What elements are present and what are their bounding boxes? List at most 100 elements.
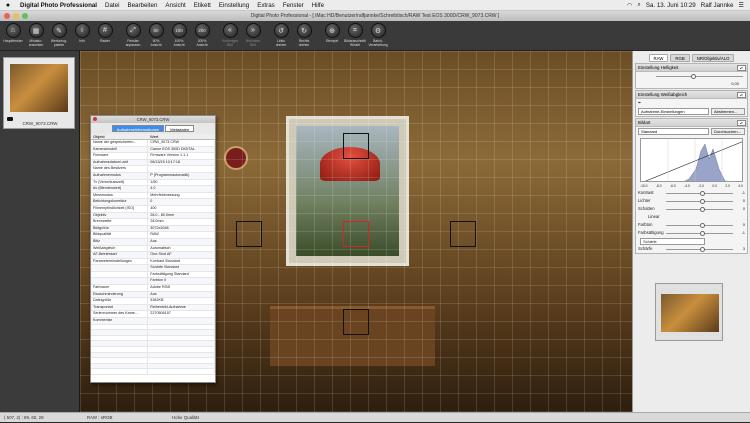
slider-knob[interactable] [699, 198, 705, 204]
info-window-titlebar: CRW_9073.CRW [91, 116, 215, 123]
tab-rgb[interactable]: RGB [670, 54, 690, 62]
table-row[interactable]: Aufnahmemodus P (Programmautomatik) [91, 172, 215, 180]
control-slider[interactable] [666, 190, 733, 196]
sharpness-select[interactable]: Schärfe [640, 238, 705, 245]
toolbar-button-fit-window[interactable]: ⤢ Fenster anpassen [122, 21, 144, 51]
brightness-knob[interactable] [690, 73, 696, 79]
table-row[interactable]: Firmware Firmware Version 1.1.1 [91, 152, 215, 160]
reset-style-button[interactable]: ↶ [737, 120, 746, 126]
table-row[interactable]: Rauschminderung Aus [91, 291, 215, 299]
slider-knob[interactable] [699, 190, 705, 196]
table-row[interactable]: Kameramodell Canon EOS 300D DIGITAL [91, 146, 215, 154]
apple-menu-icon[interactable]: ● [0, 2, 16, 9]
control-slider[interactable] [666, 246, 733, 252]
menu-einstellung[interactable]: Einstellung [215, 2, 253, 9]
table-row[interactable]: Dateigröße 5382KB [91, 297, 215, 305]
toolbar-button-zoom-50[interactable]: 50 50% Ansicht [145, 21, 167, 51]
toolbar-button-crop[interactable]: ⌗ Bildausschnitt/ Winkel [344, 21, 366, 51]
wb-preset-select[interactable]: Aufnahme-Einstellungen [638, 108, 709, 115]
table-row[interactable]: Filmempfindlichkeit (ISO) 400 [91, 205, 215, 213]
search-icon[interactable]: ⌕ [637, 1, 640, 9]
menu-hilfe[interactable]: Hilfe [308, 2, 328, 9]
brightness-value[interactable]: 0,00 [731, 80, 739, 88]
table-row[interactable]: Farbsättigung Standard [91, 271, 215, 279]
menu-clock[interactable]: Sa. 13. Juni 10:29 [646, 2, 696, 9]
table-row[interactable]: Av (Blendenwert) 4.0 [91, 185, 215, 193]
thumbnail-card[interactable]: CRW_9073.CRW [3, 57, 75, 129]
menu-datei[interactable]: Datei [101, 2, 123, 9]
table-row[interactable]: Messmodus Mehrfeldmessung [91, 192, 215, 200]
toolbar-button-home[interactable]: ⌂ Hauptfenster [2, 21, 24, 51]
control-slider[interactable] [666, 206, 733, 212]
menu-extras[interactable]: Extras [253, 2, 279, 9]
table-row[interactable]: Brennweite 28.0mm [91, 218, 215, 226]
toolbar-button-next[interactable]: » Nächstes Bild [242, 21, 264, 51]
wb-adjust-button[interactable]: Abstimmen... [711, 108, 745, 115]
tab-metadaten[interactable]: Metadaten [165, 125, 195, 132]
table-row[interactable]: Objektiv 28.0 - 80.0mm [91, 212, 215, 220]
toolbar-button-rotate-left[interactable]: ↺ Links drehen [270, 21, 292, 51]
thumbnail-image[interactable] [10, 64, 68, 112]
menu-etikett[interactable]: Etikett [190, 2, 215, 9]
table-row[interactable]: Belichtungskorrektur 0 [91, 198, 215, 206]
control-slider[interactable] [666, 230, 733, 236]
menu-ansicht[interactable]: Ansicht [161, 2, 189, 9]
navigator-preview[interactable] [655, 283, 723, 341]
toolbar-button-info[interactable]: i Info [71, 21, 93, 51]
slider-knob[interactable] [699, 222, 705, 228]
toolbar-button-zoom-200[interactable]: 200 200% Ansicht [191, 21, 213, 51]
menu-bearbeiten[interactable]: Bearbeiten [123, 2, 161, 9]
toolbar-button-toolpalette[interactable]: ✎ Werkzeug- palette [48, 21, 70, 51]
toolbar-button-stamp[interactable]: ⊕ Stempel [321, 21, 343, 51]
table-row[interactable]: Farbraum Adobe RGB [91, 284, 215, 292]
tab-raw[interactable]: RAW [648, 54, 669, 62]
tab-aufnahmeinformationen[interactable]: Aufnahmeinformationen [111, 125, 165, 132]
reset-brightness-button[interactable]: ↶ [737, 65, 746, 71]
close-icon[interactable] [93, 117, 97, 121]
toolbar-button-batch[interactable]: ⚙ Batch- Verarbeitung [367, 21, 389, 51]
toolbar-button-grid[interactable]: # Raster [94, 21, 116, 51]
table-row[interactable]: Bildqualität RAW [91, 231, 215, 239]
table-row[interactable]: Seriennummer des Kame... 2270506157 [91, 310, 215, 319]
table-row[interactable]: Name des Besitzers [91, 165, 215, 173]
list-icon[interactable]: ☰ [738, 2, 744, 9]
browse-button[interactable]: Durchsuchen... [711, 128, 745, 135]
picture-style-select[interactable]: Standard [638, 128, 709, 135]
table-row[interactable]: Parametereinstellungen Kontrast Standard [91, 258, 215, 266]
table-row[interactable]: Kommentar [91, 317, 215, 325]
minimize-window-button[interactable] [13, 13, 19, 19]
menu-fenster[interactable]: Fenster [279, 2, 308, 9]
control-slider[interactable] [666, 198, 733, 204]
slider-knob[interactable] [699, 230, 705, 236]
slider-knob[interactable] [699, 206, 705, 212]
menu-app[interactable]: Digital Photo Professional [16, 2, 101, 9]
brightness-slider[interactable] [656, 73, 743, 79]
tab-nr-objektiv-alo[interactable]: NR/Objektiv/ALO [691, 54, 735, 62]
reset-wb-button[interactable]: ↶ [737, 92, 746, 98]
table-row[interactable]: Tv (Verschlusszeit) 1/50 [91, 179, 215, 187]
control-slider[interactable] [666, 222, 733, 228]
toolbar-button-previous[interactable]: «Vorheriges Bild [219, 21, 241, 51]
toolbar-button-thumbnails[interactable]: ▦ Miniatur- ansichten [25, 21, 47, 51]
table-row[interactable]: Blitz Aus [91, 238, 215, 246]
toolbar-button-zoom-100[interactable]: 100 100% Ansicht [168, 21, 190, 51]
slider-knob[interactable] [699, 246, 705, 252]
table-row[interactable]: Transportart Reihenbild-Aufnahme [91, 304, 215, 312]
info-table: Name der gespeicherten... CRW_9073.CRW Kam… [91, 140, 215, 375]
table-row[interactable]: Weißabgleich Automatisch [91, 245, 215, 253]
close-window-button[interactable] [4, 13, 10, 19]
table-row[interactable]: Bildgröße 3072x2048 [91, 225, 215, 233]
navigator-image[interactable] [661, 294, 719, 332]
table-row[interactable]: Farbton 0 [91, 277, 215, 286]
menu-user[interactable]: Ralf Jannke [701, 2, 734, 9]
info-window-title: CRW_9073.CRW [136, 117, 170, 122]
toolbar-label: Info [79, 39, 85, 43]
wifi-icon[interactable]: ◠ [627, 2, 632, 9]
table-row[interactable]: Schärfe Standard [91, 264, 215, 272]
zoom-window-button[interactable] [22, 13, 28, 19]
toolbar-button-rotate-right[interactable]: ↻ Rechts drehen [293, 21, 315, 51]
table-row[interactable]: AF-Betriebsart One-Shot AF [91, 251, 215, 259]
eyedropper-icon[interactable]: ✒ [638, 100, 642, 105]
table-row[interactable]: Aufnahmedatum/-zeit 06/13/15 10:17:18 [91, 159, 215, 167]
tone-curve-histogram[interactable] [640, 138, 743, 182]
